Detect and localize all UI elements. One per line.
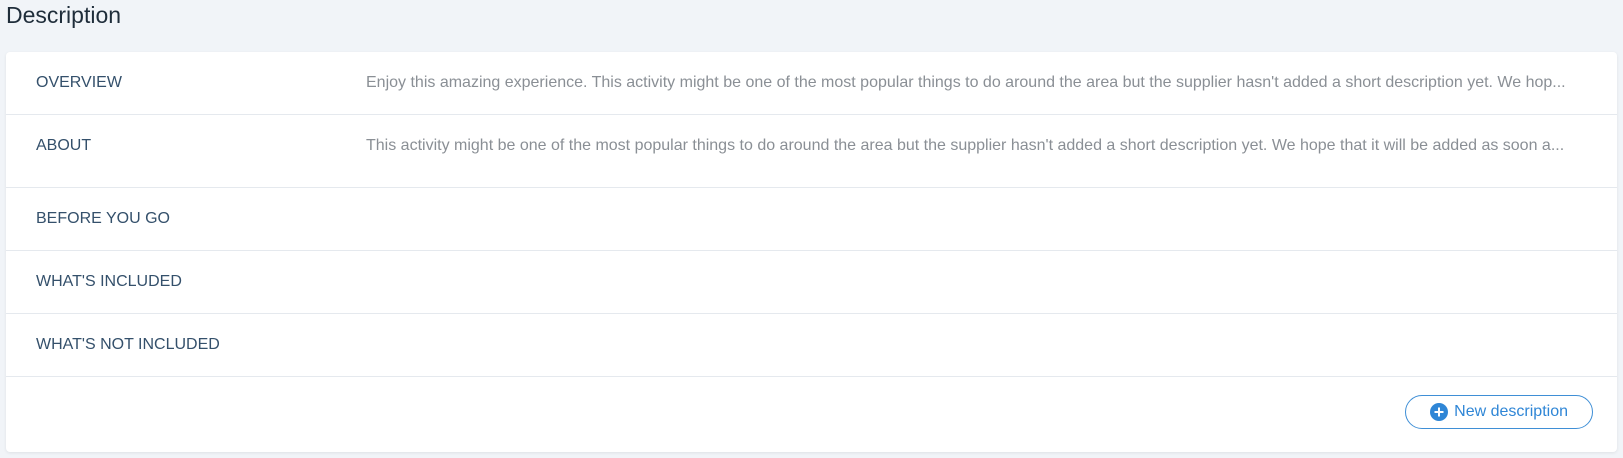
description-row-overview[interactable]: OVERVIEW Enjoy this amazing experience. … — [6, 52, 1617, 115]
description-row-before-you-go[interactable]: BEFORE YOU GO — [6, 188, 1617, 251]
description-text: This activity might be one of the most p… — [366, 137, 1565, 154]
new-description-label: New description — [1454, 403, 1568, 420]
description-row-whats-included[interactable]: WHAT'S INCLUDED — [6, 251, 1617, 314]
description-row-about[interactable]: ABOUT This activity might be one of the … — [6, 115, 1617, 188]
plus-circle-icon — [1430, 403, 1449, 421]
page-title: Description — [6, 2, 122, 28]
description-label: ABOUT — [36, 137, 92, 154]
description-label: OVERVIEW — [36, 74, 122, 91]
description-label: WHAT'S INCLUDED — [36, 273, 182, 290]
card-footer: New description — [6, 377, 1617, 453]
description-card: OVERVIEW Enjoy this amazing experience. … — [6, 52, 1617, 452]
description-text: Enjoy this amazing experience. This acti… — [366, 74, 1566, 91]
description-label: BEFORE YOU GO — [36, 210, 170, 227]
new-description-button[interactable]: New description — [1405, 395, 1593, 429]
description-row-whats-not-included[interactable]: WHAT'S NOT INCLUDED — [6, 314, 1617, 377]
description-label: WHAT'S NOT INCLUDED — [36, 336, 220, 353]
